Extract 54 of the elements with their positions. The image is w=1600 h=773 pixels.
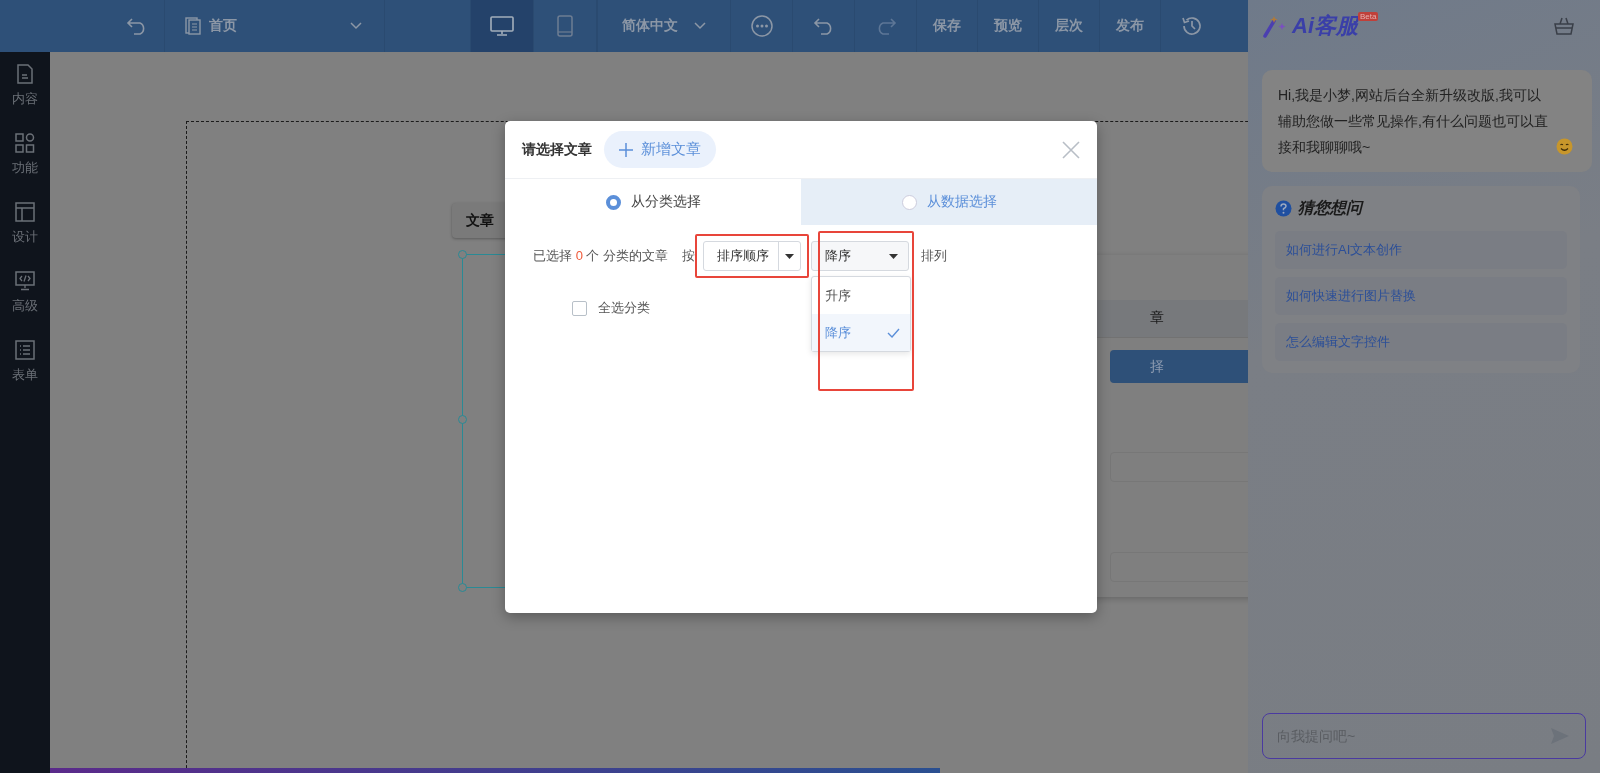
sidebar-item[interactable]: 设计: [12, 202, 38, 258]
sidebar-item[interactable]: 表单: [12, 340, 38, 396]
radio-button[interactable]: [605, 194, 621, 210]
close-icon[interactable]: [1062, 140, 1080, 159]
order-suffix-label: 排列: [921, 247, 948, 265]
checkmark-icon: [887, 327, 901, 338]
layout-icon: [15, 202, 35, 222]
suggested-question[interactable]: 怎么编辑文字控件: [1275, 323, 1567, 361]
pages-icon: [185, 17, 201, 35]
magic-wand-icon: [1262, 14, 1288, 38]
greeting-message: Hi,我是小梦,网站后台全新升级改版,我可以辅助您做一些常见操作,有什么问题也可以直接和我聊聊哦~: [1278, 86, 1549, 157]
chevron-icon: [350, 22, 362, 30]
sort-order-select[interactable]: 降序: [811, 241, 910, 271]
checkbox[interactable]: [572, 300, 587, 316]
dialog-title: 请选择文章: [522, 140, 592, 159]
select-button[interactable]: 择: [1110, 350, 1248, 383]
caret-icon: [889, 253, 899, 259]
select-value[interactable]: 降序: [825, 247, 852, 265]
sidebar-item[interactable]: 功能: [12, 133, 38, 189]
sort-field-select[interactable]: 排序顺序: [703, 241, 802, 271]
tab-label[interactable]: 章: [1150, 309, 1164, 327]
smiley-icon: [1556, 138, 1573, 155]
suggested-question[interactable]: 如何快速进行图片替换: [1275, 277, 1567, 315]
selection-summary: 已选择 0 个 分类的文章: [533, 247, 669, 265]
tab-label[interactable]: 从分类选择: [630, 193, 701, 211]
dropdown-option[interactable]: 升序: [812, 277, 911, 314]
suggested-question[interactable]: 如何进行AI文本创作: [1275, 231, 1567, 269]
source-tab[interactable]: 从数据选择: [801, 179, 1097, 225]
tab-label[interactable]: 从数据选择: [926, 193, 997, 211]
add-article-button[interactable]: 新增文章: [604, 131, 716, 168]
document-icon: [15, 64, 35, 84]
assistant-logo-text: Ai客服: [1292, 12, 1358, 40]
suggestions-title: 猜您想问: [1298, 198, 1362, 218]
more-icon[interactable]: [750, 15, 773, 37]
plus-icon: [619, 142, 633, 157]
beta-badge: Beta: [1358, 11, 1379, 21]
history-icon[interactable]: [1179, 14, 1204, 38]
checkbox-label[interactable]: 全选分类: [598, 299, 650, 317]
list-icon: [15, 340, 35, 360]
select-value[interactable]: 排序顺序: [704, 242, 780, 270]
sidebar-item[interactable]: 内容: [12, 64, 38, 120]
caret-icon: [785, 253, 795, 259]
sort-by-label: 按: [682, 247, 696, 265]
dropdown-option[interactable]: 降序: [812, 314, 911, 351]
chevron-icon: [694, 22, 706, 30]
sidebar-item[interactable]: 高级: [12, 271, 38, 327]
question-icon: [1275, 200, 1292, 217]
basket-icon[interactable]: [1554, 17, 1574, 35]
radio-button[interactable]: [901, 194, 917, 210]
monitor-icon: [490, 16, 514, 36]
code-monitor-icon: [15, 271, 35, 291]
desktop-view-button[interactable]: [471, 0, 534, 52]
grid-icon: [15, 133, 35, 153]
tablet-icon: [557, 15, 573, 37]
